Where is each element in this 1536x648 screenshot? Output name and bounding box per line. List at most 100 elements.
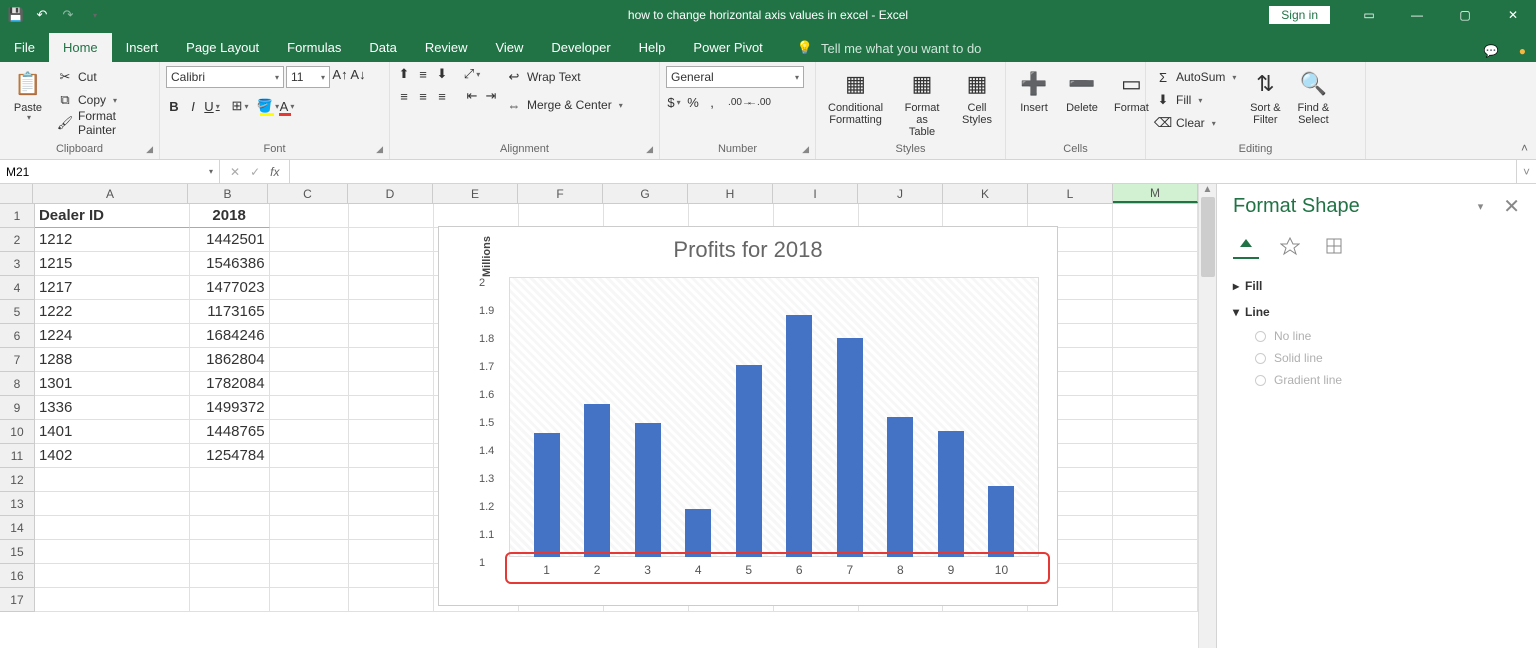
align-top-icon[interactable]: ⬆ <box>396 66 412 82</box>
cell-D1[interactable] <box>349 204 434 228</box>
name-box-input[interactable] <box>6 165 209 179</box>
cell-A8[interactable]: 1301 <box>35 372 190 396</box>
wrap-text-button[interactable]: ↩Wrap Text <box>503 66 626 88</box>
cell-M16[interactable] <box>1113 564 1198 588</box>
column-header-A[interactable]: A <box>33 184 188 203</box>
cell-C12[interactable] <box>270 468 350 492</box>
cell-C5[interactable] <box>270 300 350 324</box>
row-header-1[interactable]: 1 <box>0 204 35 228</box>
cell-B17[interactable] <box>190 588 270 612</box>
delete-cells-button[interactable]: ➖Delete <box>1060 66 1104 116</box>
cell-K1[interactable] <box>943 204 1028 228</box>
tell-me[interactable]: 💡 Tell me what you want to do <box>797 40 982 62</box>
sign-in-button[interactable]: Sign in <box>1269 6 1330 24</box>
align-middle-icon[interactable]: ≡ <box>415 66 431 82</box>
column-header-H[interactable]: H <box>688 184 773 203</box>
row-header-14[interactable]: 14 <box>0 516 35 540</box>
cell-D3[interactable] <box>349 252 434 276</box>
bar-10[interactable] <box>988 486 1014 557</box>
cell-D14[interactable] <box>349 516 434 540</box>
comments-icon[interactable]: 💬 <box>1484 44 1499 58</box>
cell-B1[interactable]: 2018 <box>190 204 270 228</box>
cell-B9[interactable]: 1499372 <box>190 396 270 420</box>
cell-C7[interactable] <box>270 348 350 372</box>
chart-plot-area[interactable]: 11.11.21.31.41.51.61.71.81.92 <box>509 277 1039 557</box>
cell-styles-button[interactable]: ▦Cell Styles <box>955 66 999 128</box>
column-header-F[interactable]: F <box>518 184 603 203</box>
cell-B15[interactable] <box>190 540 270 564</box>
cell-M7[interactable] <box>1113 348 1198 372</box>
fx-icon[interactable]: fx <box>270 165 279 179</box>
cell-M12[interactable] <box>1113 468 1198 492</box>
row-header-8[interactable]: 8 <box>0 372 35 396</box>
cell-D12[interactable] <box>349 468 434 492</box>
insert-cells-button[interactable]: ➕Insert <box>1012 66 1056 116</box>
cell-B7[interactable]: 1862804 <box>190 348 270 372</box>
tab-formulas[interactable]: Formulas <box>273 33 355 62</box>
cell-M15[interactable] <box>1113 540 1198 564</box>
cell-A6[interactable]: 1224 <box>35 324 190 348</box>
cell-B13[interactable] <box>190 492 270 516</box>
chart-title[interactable]: Profits for 2018 <box>439 227 1057 267</box>
pane-tab-effects[interactable] <box>1277 233 1303 259</box>
cell-C16[interactable] <box>270 564 350 588</box>
increase-indent-icon[interactable]: ⇥ <box>483 88 499 104</box>
number-format-combo[interactable]: General▾ <box>666 66 804 88</box>
cell-D13[interactable] <box>349 492 434 516</box>
italic-button[interactable]: I <box>185 98 201 114</box>
cell-A2[interactable]: 1212 <box>35 228 190 252</box>
row-header-10[interactable]: 10 <box>0 420 35 444</box>
row-header-13[interactable]: 13 <box>0 492 35 516</box>
cell-A9[interactable]: 1336 <box>35 396 190 420</box>
font-name-combo[interactable]: Calibri▾ <box>166 66 284 88</box>
row-header-6[interactable]: 6 <box>0 324 35 348</box>
collapse-ribbon-icon[interactable]: ˄ <box>1521 141 1528 155</box>
scrollbar-thumb[interactable] <box>1201 197 1215 277</box>
save-icon[interactable]: 💾 <box>8 7 24 23</box>
find-select-button[interactable]: 🔍Find & Select <box>1291 66 1335 128</box>
pane-close-icon[interactable]: ✕ <box>1503 194 1520 219</box>
worksheet[interactable]: ABCDEFGHIJKLM 1Dealer ID2018212121442501… <box>0 184 1198 648</box>
cell-A16[interactable] <box>35 564 190 588</box>
minimize-button[interactable]: — <box>1394 0 1440 30</box>
tab-view[interactable]: View <box>481 33 537 62</box>
fill-button[interactable]: ⬇Fill▾ <box>1152 89 1239 111</box>
percent-format-icon[interactable]: % <box>685 94 701 110</box>
cell-D9[interactable] <box>349 396 434 420</box>
bar-2[interactable] <box>584 404 610 557</box>
cut-button[interactable]: ✂Cut <box>54 66 153 88</box>
cell-M13[interactable] <box>1113 492 1198 516</box>
autosum-button[interactable]: ΣAutoSum▾ <box>1152 66 1239 88</box>
cell-B3[interactable]: 1546386 <box>190 252 270 276</box>
font-color-button[interactable]: A▾ <box>279 98 295 114</box>
cell-A15[interactable] <box>35 540 190 564</box>
cell-D2[interactable] <box>349 228 434 252</box>
bar-1[interactable] <box>534 433 560 557</box>
cell-C17[interactable] <box>270 588 350 612</box>
decrease-decimal-icon[interactable]: ←.00 <box>751 94 767 110</box>
column-header-I[interactable]: I <box>773 184 858 203</box>
column-header-L[interactable]: L <box>1028 184 1113 203</box>
cell-A4[interactable]: 1217 <box>35 276 190 300</box>
name-box[interactable]: ▾ <box>0 160 220 183</box>
cell-C15[interactable] <box>270 540 350 564</box>
align-center-icon[interactable]: ≡ <box>415 88 431 104</box>
cell-M6[interactable] <box>1113 324 1198 348</box>
cell-A3[interactable]: 1215 <box>35 252 190 276</box>
comma-format-icon[interactable]: , <box>704 94 720 110</box>
column-header-C[interactable]: C <box>268 184 348 203</box>
align-left-icon[interactable]: ≡ <box>396 88 412 104</box>
tab-file[interactable]: File <box>0 33 49 62</box>
column-header-D[interactable]: D <box>348 184 433 203</box>
redo-icon[interactable]: ↷ <box>60 7 76 23</box>
select-all-corner[interactable] <box>0 184 33 203</box>
tab-insert[interactable]: Insert <box>112 33 173 62</box>
cell-M10[interactable] <box>1113 420 1198 444</box>
cell-C8[interactable] <box>270 372 350 396</box>
cell-M9[interactable] <box>1113 396 1198 420</box>
cell-B11[interactable]: 1254784 <box>190 444 270 468</box>
cell-A5[interactable]: 1222 <box>35 300 190 324</box>
cell-C14[interactable] <box>270 516 350 540</box>
cell-M1[interactable] <box>1113 204 1198 228</box>
cell-C13[interactable] <box>270 492 350 516</box>
